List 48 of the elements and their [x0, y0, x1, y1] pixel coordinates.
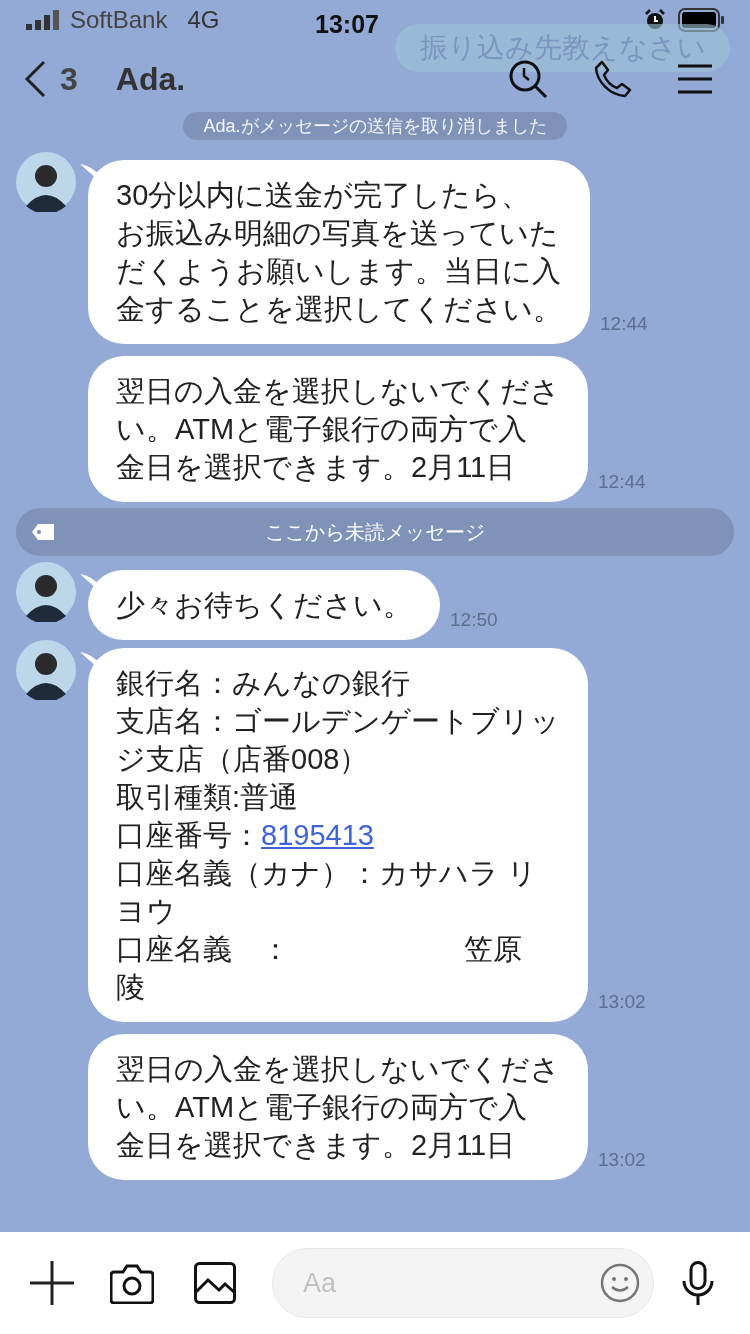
message-line: 翌日の入金を選択しないでくださ — [116, 374, 560, 409]
microphone-icon[interactable] — [682, 1261, 714, 1305]
message-time: 12:44 — [600, 311, 648, 336]
message-line: 取引種類:普通 — [116, 780, 299, 815]
message-line: 翌日の入金を選択しないでくださ — [116, 1052, 560, 1087]
message-time: 12:44 — [598, 469, 646, 494]
message-line: 30分以内に送金が完了したら、 — [116, 178, 531, 213]
back-button[interactable]: 3 — [24, 55, 78, 103]
message-line: 金することを選択してください。 — [116, 292, 562, 327]
message-line: 口座名義（カナ）：カサハラ リ — [116, 856, 538, 891]
plus-icon[interactable] — [30, 1261, 74, 1305]
message-line: 金日を選択できます。2月11日 — [116, 1128, 516, 1163]
network-type: 4G — [187, 5, 220, 35]
message-time: 13:02 — [598, 989, 646, 1014]
search-icon[interactable] — [508, 59, 548, 99]
message-line: 陵 — [116, 970, 145, 1005]
signal-icon — [26, 10, 60, 30]
avatar[interactable] — [16, 562, 76, 622]
message-line: だくようお願いします。当日に入 — [116, 254, 561, 289]
message-line: ジ支店（店番008） — [116, 742, 369, 777]
carrier-name: SoftBank — [70, 5, 168, 35]
alarm-icon — [644, 9, 666, 31]
avatar[interactable] — [16, 152, 76, 212]
message-line: い。ATMと電子銀行の両方で入 — [116, 1090, 528, 1125]
tag-icon — [32, 524, 54, 540]
back-icon — [24, 60, 46, 98]
avatar[interactable] — [16, 640, 76, 700]
emoji-icon[interactable] — [600, 1263, 640, 1303]
message-line: 口座名義 ： 笠原 — [116, 932, 522, 967]
message-line: お振込み明細の写真を送っていた — [116, 216, 559, 251]
chat-title: Ada. — [115, 60, 186, 99]
message-line: 支店名：ゴールデンゲートブリッ — [116, 704, 560, 739]
camera-icon[interactable] — [110, 1262, 154, 1304]
status-time: 13:07 — [315, 9, 379, 40]
message-time: 12:50 — [450, 607, 498, 632]
message-line: い。ATMと電子銀行の両方で入 — [116, 412, 528, 447]
battery-icon — [678, 8, 724, 32]
phone-icon[interactable] — [594, 60, 632, 98]
account-number-link[interactable]: 8195413 — [261, 819, 374, 851]
menu-icon[interactable] — [678, 64, 712, 94]
message-line: 銀行名：みんなの銀行 — [116, 666, 410, 701]
message-line: ヨウ — [116, 894, 176, 929]
message-line: 少々お待ちください。 — [116, 588, 412, 623]
image-icon[interactable] — [194, 1262, 236, 1304]
message-time: 13:02 — [598, 1147, 646, 1172]
message-line: 口座番号：8195413 — [116, 818, 374, 853]
system-notice: Ada.がメッセージの送信を取り消しました — [183, 112, 567, 140]
message-line: 金日を選択できます。2月11日 — [116, 450, 516, 485]
